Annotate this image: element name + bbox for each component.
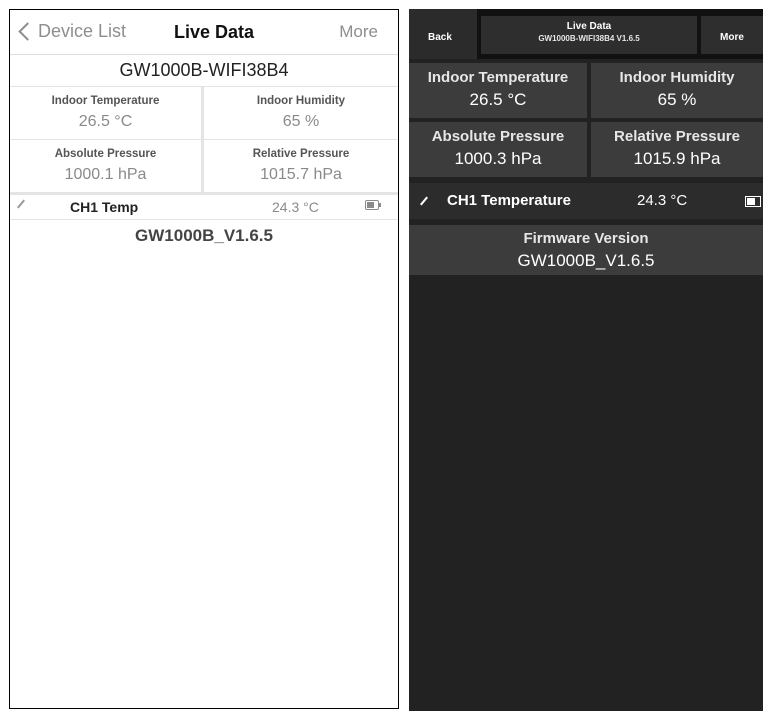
android-live-data-screen: Back Live Data GW1000B-WIFI38B4 V1.6.5 M… — [409, 9, 763, 711]
reading-label: Indoor Temperature — [427, 69, 569, 86]
relative-pressure-tile: Relative Pressure 1015.7 hPa — [204, 139, 398, 192]
sensor-name: CH1 Temp — [70, 199, 139, 215]
readings-grid: Indoor Temperature 26.5 °C Indoor Humidi… — [409, 59, 763, 177]
absolute-pressure-tile: Absolute Pressure 1000.1 hPa — [10, 139, 204, 192]
firmware-tile: Firmware Version GW1000B_V1.6.5 — [409, 225, 763, 275]
device-name: GW1000B-WIFI38B4 — [119, 60, 289, 80]
reading-value: 1015.7 hPa — [260, 166, 342, 183]
reading-value: 26.5 °C — [78, 113, 133, 130]
page-title: Live Data — [566, 21, 612, 32]
reading-value: 1000.1 hPa — [64, 166, 147, 183]
firmware-label: Firmware Version — [523, 230, 649, 247]
ios-live-data-screen: Device List Live Data More GW1000B-WIFI3… — [9, 9, 399, 709]
readings-grid: Indoor Temperature 26.5 °C Indoor Humidi… — [10, 86, 398, 192]
reading-label: Indoor Humidity — [619, 69, 735, 86]
reading-label: Relative Pressure — [252, 148, 350, 160]
battery-icon — [745, 196, 761, 207]
reading-label: Absolute Pressure — [431, 128, 565, 145]
reading-label: Indoor Temperature — [51, 95, 160, 107]
firmware-value: GW1000B_V1.6.5 — [517, 251, 655, 270]
reading-label: Absolute Pressure — [54, 148, 157, 160]
absolute-pressure-tile: Absolute Pressure 1000.3 hPa — [409, 122, 587, 177]
reading-value: 1015.9 hPa — [633, 149, 721, 168]
sensor-name: CH1 Temperature — [447, 192, 571, 209]
sensor-row-ch1: CH1 Temp 24.3 °C — [10, 192, 398, 220]
relative-pressure-tile: Relative Pressure 1015.9 hPa — [591, 122, 763, 177]
reading-value: 1000.3 hPa — [454, 149, 542, 168]
sensor-value: 24.3 °C — [272, 199, 319, 215]
reading-value: 65 % — [282, 113, 320, 130]
page-subtitle: GW1000B-WIFI38B4 V1.6.5 — [538, 34, 640, 43]
firmware-version: GW1000B_V1.6.5 — [135, 226, 273, 245]
pencil-icon[interactable] — [17, 199, 25, 209]
indoor-temperature-tile: Indoor Temperature 26.5 °C — [409, 63, 587, 118]
indoor-temperature-tile: Indoor Temperature 26.5 °C — [10, 86, 204, 139]
battery-icon — [365, 200, 381, 210]
ios-navigation-bar: Device List Live Data More — [10, 10, 398, 55]
reading-value: 26.5 °C — [469, 90, 527, 109]
android-top-bar: Back Live Data GW1000B-WIFI38B4 V1.6.5 M… — [409, 9, 763, 59]
indoor-humidity-tile: Indoor Humidity 65 % — [204, 86, 398, 139]
reading-label: Relative Pressure — [614, 128, 740, 145]
back-button[interactable]: Back — [409, 9, 477, 59]
more-button[interactable]: More — [339, 22, 378, 42]
sensor-row-ch1: CH1 Temperature 24.3 °C — [409, 183, 763, 219]
title-box: Live Data GW1000B-WIFI38B4 V1.6.5 — [481, 16, 697, 54]
reading-value: 65 % — [657, 90, 697, 109]
reading-label: Indoor Humidity — [256, 95, 346, 107]
pencil-icon[interactable] — [420, 196, 428, 206]
more-button[interactable]: More — [701, 16, 763, 54]
indoor-humidity-tile: Indoor Humidity 65 % — [591, 63, 763, 118]
sensor-value: 24.3 °C — [637, 192, 688, 209]
